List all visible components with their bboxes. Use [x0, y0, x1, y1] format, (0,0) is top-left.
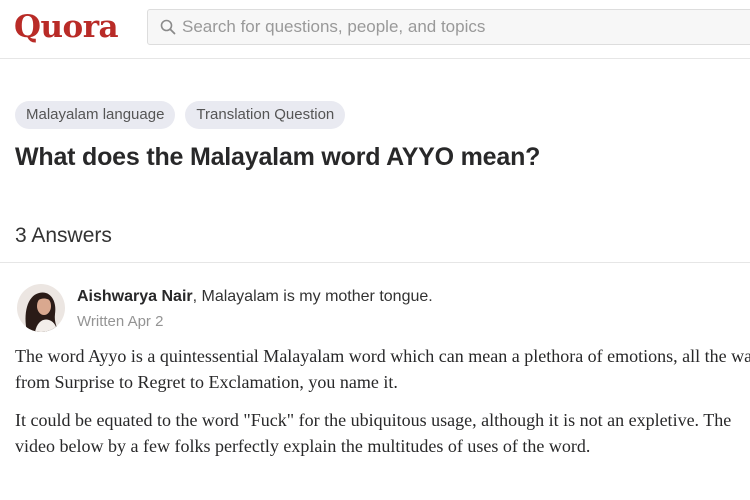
author-credential: , Malayalam is my mother tongue. — [192, 288, 433, 305]
answer-count: 3 Answers — [15, 224, 112, 247]
top-header: Quora — [0, 0, 750, 59]
topic-translation-question[interactable]: Translation Question — [185, 101, 346, 129]
answer-paragraph: The word Ayyo is a quintessential Malaya… — [15, 346, 750, 392]
answer-paragraph: It could be equated to the word "Fuck" f… — [15, 410, 732, 456]
author-name[interactable]: Aishwarya Nair — [77, 288, 193, 305]
topic-malayalam-language[interactable]: Malayalam language — [15, 101, 176, 129]
divider — [0, 262, 750, 263]
search-input[interactable] — [182, 10, 742, 44]
author-avatar[interactable] — [17, 284, 65, 332]
search-icon — [160, 19, 176, 35]
answer-timestamp[interactable]: Written Apr 2 — [77, 313, 163, 330]
search-bar[interactable] — [147, 9, 750, 45]
question-title[interactable]: What does the Malayalam word AYYO mean? — [15, 143, 540, 172]
author-line: Aishwarya Nair, Malayalam is my mother t… — [77, 288, 433, 306]
topic-list: Malayalam language Translation Question — [15, 101, 346, 129]
answer-body: The word Ayyo is a quintessential Malaya… — [15, 343, 750, 471]
avatar-image — [17, 284, 65, 332]
quora-logo[interactable]: Quora — [14, 9, 119, 45]
